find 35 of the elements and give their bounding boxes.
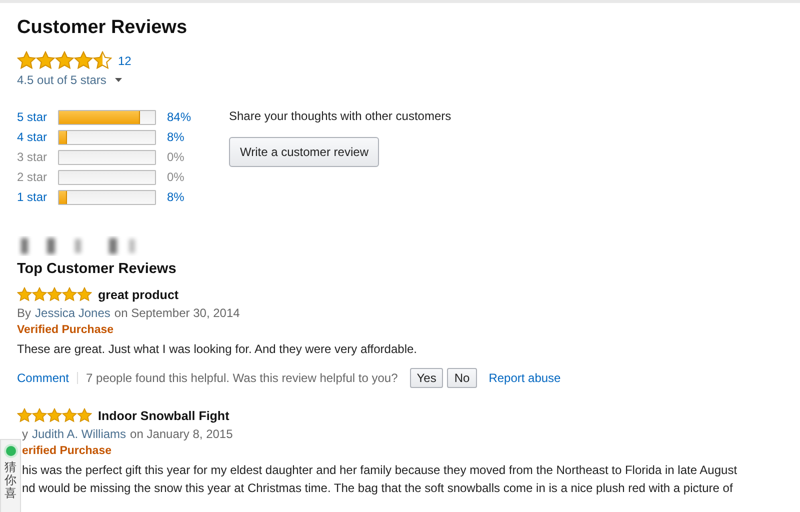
caret-icon[interactable]: [115, 78, 122, 82]
byline-text: y: [22, 427, 28, 441]
review-count-link[interactable]: 12: [118, 54, 132, 68]
percent-link[interactable]: 84%: [167, 110, 196, 124]
review-title: Indoor Snowball Fight: [98, 408, 230, 422]
section-heading: Top Customer Reviews: [17, 261, 178, 277]
star-filter-link: 2 star: [17, 170, 48, 184]
helpful-question: 7 people found this helpful. Was this review helpful to you?: [86, 371, 398, 385]
star-filter-link: 3 star: [17, 150, 48, 164]
verified-purchase-label: Verified Purchase: [17, 324, 115, 336]
verified-purchase-label: erified Purchase: [22, 445, 112, 457]
percent-link[interactable]: 8%: [167, 130, 196, 144]
yes-button[interactable]: Yes: [410, 368, 444, 388]
star-filter-link[interactable]: 1 star: [17, 190, 58, 204]
share-prompt: Share your thoughts with other customers: [229, 109, 452, 123]
write-review-button[interactable]: Write a customer review: [229, 137, 380, 167]
byline-text: By: [17, 306, 32, 320]
comment-link[interactable]: Comment: [17, 371, 70, 385]
author-link[interactable]: Judith A. Williams: [32, 427, 126, 441]
section-title: Customer Reviews: [17, 17, 188, 39]
review-date: on January 8, 2015: [130, 427, 233, 441]
rating-dropdown-link[interactable]: 4.5 out of 5 stars: [17, 73, 106, 87]
review-date: on September 30, 2014: [114, 306, 240, 320]
star-filter-link[interactable]: 5 star: [17, 110, 58, 124]
author-link[interactable]: Jessica Jones: [35, 306, 110, 320]
star-filter-link[interactable]: 4 star: [17, 130, 58, 144]
report-abuse-link[interactable]: Report abuse: [488, 371, 561, 385]
side-widget[interactable]: 猜你喜: [0, 439, 21, 512]
percent-link[interactable]: 8%: [167, 190, 196, 204]
review-body: These are great. Just what I was looking for. And they were very affordable.: [17, 341, 418, 358]
review-body: his was the perfect gift this year for my eldest daughter and her family because they moved from the Northeast to Florida in late August nd would be missing the snow this year at Christmas time. The bag that the soft snowballs come in is a nice plush red with a picture of: [22, 462, 738, 497]
no-button[interactable]: No: [447, 368, 477, 388]
review-title: great product: [98, 288, 179, 302]
status-dot-icon: [4, 444, 18, 458]
widget-label: 猜你喜: [4, 461, 16, 501]
